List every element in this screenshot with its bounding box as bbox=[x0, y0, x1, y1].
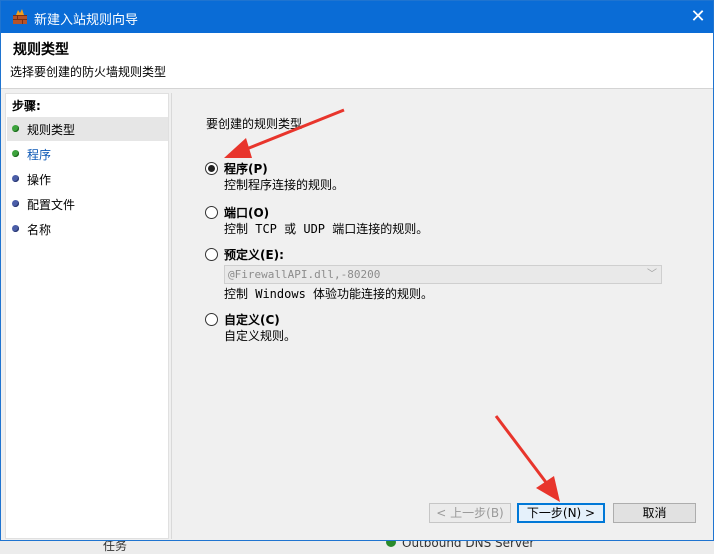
step-status-icon bbox=[12, 225, 19, 232]
option-description: 控制 Windows 体验功能连接的规则。 bbox=[224, 287, 434, 301]
radio-port[interactable] bbox=[205, 206, 218, 219]
rule-type-content: 要创建的规则类型 程序(P) 控制程序连接的规则。 端口(O) 控制 TCP 或… bbox=[173, 93, 713, 539]
rule-type-prompt: 要创建的规则类型 bbox=[206, 117, 303, 131]
step-action: 操作 bbox=[7, 167, 168, 191]
radio-custom[interactable] bbox=[205, 313, 218, 326]
steps-label: 步骤: bbox=[12, 99, 41, 113]
step-program[interactable]: 程序 bbox=[7, 142, 168, 166]
step-label[interactable]: 程序 bbox=[27, 146, 51, 163]
new-inbound-rule-wizard: 新建入站规则向导 ✕ 规则类型 选择要创建的防火墙规则类型 步骤: 规则类型 程… bbox=[0, 0, 714, 541]
step-status-icon bbox=[12, 175, 19, 182]
next-button[interactable]: 下一步(N) > bbox=[517, 503, 605, 523]
title-bar[interactable]: 新建入站规则向导 ✕ bbox=[1, 1, 713, 33]
option-label[interactable]: 自定义(C) bbox=[224, 311, 280, 328]
step-label: 名称 bbox=[27, 223, 52, 237]
step-status-icon bbox=[12, 125, 19, 132]
radio-program[interactable] bbox=[205, 162, 218, 175]
predefined-select[interactable]: @FirewallAPI.dll,-80200 ﹀ bbox=[224, 265, 662, 284]
step-status-icon bbox=[12, 150, 19, 157]
option-label[interactable]: 预定义(E): bbox=[224, 246, 284, 263]
firewall-wizard-icon bbox=[13, 9, 27, 24]
option-label[interactable]: 程序(P) bbox=[224, 160, 268, 177]
close-icon[interactable]: ✕ bbox=[683, 1, 713, 33]
page-title: 规则类型 bbox=[13, 42, 69, 58]
window-title: 新建入站规则向导 bbox=[34, 13, 139, 28]
step-profile: 配置文件 bbox=[7, 192, 168, 216]
step-name: 名称 bbox=[7, 217, 168, 241]
predefined-select-value: @FirewallAPI.dll,-80200 bbox=[228, 268, 381, 281]
option-description: 自定义规则。 bbox=[224, 329, 297, 343]
step-label: 操作 bbox=[27, 173, 52, 187]
option-description: 控制程序连接的规则。 bbox=[224, 178, 345, 192]
page-subtitle: 选择要创建的防火墙规则类型 bbox=[10, 65, 167, 79]
step-rule-type: 规则类型 bbox=[7, 117, 168, 141]
panel-divider bbox=[171, 93, 172, 539]
option-description: 控制 TCP 或 UDP 端口连接的规则。 bbox=[224, 222, 429, 236]
back-button[interactable]: < 上一步(B) bbox=[429, 503, 511, 523]
option-label[interactable]: 端口(O) bbox=[224, 204, 269, 221]
step-label: 配置文件 bbox=[27, 198, 76, 212]
step-label: 规则类型 bbox=[27, 123, 76, 137]
background-task-label: 任务 bbox=[103, 539, 128, 553]
step-status-icon bbox=[12, 200, 19, 207]
chevron-down-icon: ﹀ bbox=[647, 269, 657, 280]
wizard-header: 规则类型 选择要创建的防火墙规则类型 bbox=[1, 33, 713, 89]
radio-predefined[interactable] bbox=[205, 248, 218, 261]
cancel-button[interactable]: 取消 bbox=[613, 503, 696, 523]
steps-panel: 步骤: 规则类型 程序 操作 配置文件 名称 bbox=[5, 93, 169, 539]
